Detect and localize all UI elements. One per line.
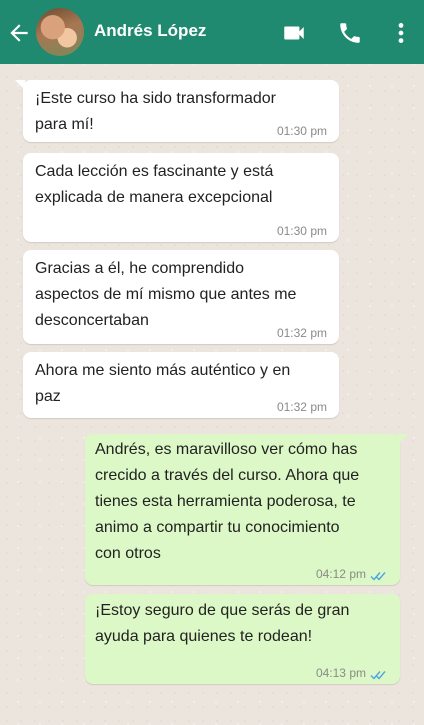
message-text: ¡Estoy seguro de que serás de gran ayuda… [95,602,350,645]
message-bubble-outgoing[interactable]: ¡Estoy seguro de que serás de gran ayuda… [85,594,400,684]
chat-header: Andrés López [0,0,424,64]
message-bubble-outgoing[interactable]: Andrés, es maravilloso ver cómo has crec… [85,434,400,585]
video-camera-icon[interactable] [281,20,307,46]
message-time: 01:32 pm [276,400,327,414]
message-time: 01:30 pm [276,224,327,238]
message-text: Cada lección es fascinante y está explic… [35,163,274,206]
avatar[interactable] [36,8,84,56]
message-bubble-incoming[interactable]: Gracias a él, he comprendido aspectos de… [23,250,339,344]
message-bubble-incoming[interactable]: Ahora me siento más auténtico y en paz 0… [23,352,339,418]
double-check-icon [370,572,386,581]
double-check-icon [370,671,386,680]
arrow-left-icon[interactable] [6,20,32,46]
message-time: 04:13 pm [315,666,366,680]
message-bubble-incoming[interactable]: ¡Este curso ha sido transformador para m… [23,80,339,142]
message-time: 01:32 pm [276,326,327,340]
message-time: 01:30 pm [276,124,327,138]
message-time: 04:12 pm [315,567,366,581]
message-text: Andrés, es maravilloso ver cómo has crec… [95,441,360,562]
more-vert-icon[interactable] [388,20,414,46]
message-text: Gracias a él, he comprendido aspectos de… [35,260,297,329]
contact-name[interactable]: Andrés López [94,21,206,41]
message-bubble-incoming[interactable]: Cada lección es fascinante y está explic… [23,153,339,242]
phone-icon[interactable] [337,20,363,46]
